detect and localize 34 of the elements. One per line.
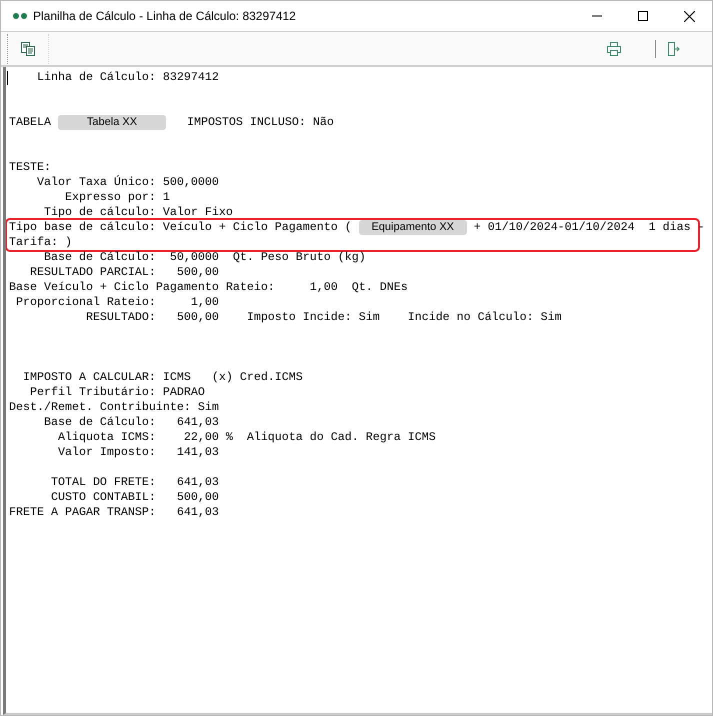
report-text: Expresso por: 1 [64,190,170,205]
exit-icon[interactable] [668,42,680,56]
text-cursor [7,71,8,85]
redacted-label: Tabela XX [58,115,166,130]
report-text: RESULTADO PARCIAL: 500,00 [28,265,219,280]
report-text: TESTE: [9,160,51,175]
report-text: Valor Taxa Único: 500,0000 [36,175,219,190]
report-text: Tipo de cálculo: Valor Fixo [42,205,233,220]
window-title: Planilha de Cálculo - Linha de Cálculo: 83297412 [33,8,296,25]
close-icon[interactable] [684,10,694,22]
report-text: Dest./Remet. Contribuinte: Sim [9,400,219,415]
report-text: Valor Imposto: 141,03 [56,445,219,460]
report-text: Tipo base de cálculo: Veículo + Ciclo Pagamento ( [9,220,353,235]
report-text: Base de Cálculo: 641,03 [42,415,219,430]
report-text: TOTAL DO FRETE: 641,03 [50,475,219,490]
report-text: Tarifa: ) [9,235,72,250]
report-text: + 01/10/2024-01/10/2024 1 dias - [472,220,705,235]
report-text: Perfil Tributário: PADRAO [28,385,205,400]
report-text: Linha de Cálculo: 83297412 [36,70,219,85]
report-text: IMPOSTO A CALCULAR: ICMS (x) Cred.ICMS [22,370,303,385]
report-text: CUSTO CONTABIL: 500,00 [50,490,219,505]
report-text: Aliquota ICMS: 22,00 % Aliquota do Cad. Regra ICMS [56,430,436,445]
report-text: RESULTADO: 500,00 Imposto Incide: Sim Incide no Cálculo: Sim [84,310,562,325]
maximize-icon[interactable] [638,11,648,21]
redacted-label: Equipamento XX [358,220,467,235]
copy-document-icon[interactable] [20,40,36,56]
print-icon[interactable] [607,42,621,56]
report-text: IMPOSTOS INCLUSO: Não [186,115,334,130]
report-text: FRETE A PAGAR TRANSP: 641,03 [9,505,219,520]
report-text: Base Veículo + Ciclo Pagamento Rateio: 1,00 Qt. DNEs [9,280,408,295]
report-text: Base de Cálculo: 50,0000 Qt. Peso Bruto (kg) [42,250,366,265]
app-icon [13,13,27,19]
report-text: Proporcional Rateio: 1,00 [14,295,219,310]
report-text: TABELA [9,115,52,130]
